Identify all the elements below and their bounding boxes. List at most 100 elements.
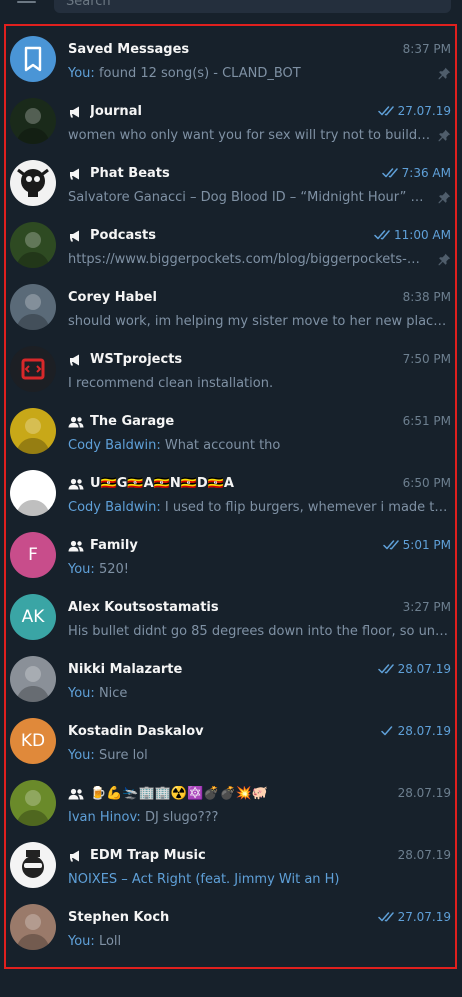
check-icon [380, 726, 392, 736]
avatar[interactable]: F [10, 532, 56, 578]
avatar[interactable] [10, 842, 56, 888]
chat-name: Phat Beats [90, 165, 170, 181]
double-check-icon [374, 230, 390, 240]
message-preview: DJ slugo??? [144, 809, 219, 825]
chat-time: 8:37 PM [402, 42, 451, 56]
chat-name: Journal [90, 103, 142, 119]
avatar[interactable] [10, 98, 56, 144]
double-check-icon [381, 168, 398, 178]
chat-time: 5:01 PM [402, 538, 451, 552]
avatar[interactable] [10, 656, 56, 702]
chat-time: 6:51 PM [402, 414, 451, 428]
chat-name: Corey Habel [68, 289, 157, 305]
avatar[interactable] [10, 408, 56, 454]
search-box[interactable] [54, 0, 451, 13]
chat-time: 28.07.19 [397, 848, 451, 862]
megaphone-icon [68, 352, 84, 366]
chat-time: 8:38 PM [402, 290, 451, 304]
message-sender: Cody Baldwin: [68, 437, 161, 453]
chat-time: 28.07.19 [397, 662, 451, 676]
avatar-initials: F [28, 545, 38, 565]
chat-item[interactable]: F Family 5:01 PM You: 520! [6, 524, 455, 586]
chat-item[interactable]: WSTprojects 7:50 PM I recommend clean inst… [6, 338, 455, 400]
chat-time: 28.07.19 [397, 786, 451, 800]
double-check-icon [382, 540, 399, 550]
group-icon [68, 476, 84, 490]
chat-item[interactable]: Saved Messages 8:37 PM You: found 12 song(… [6, 28, 455, 90]
pin-icon [438, 253, 451, 265]
megaphone-icon [68, 848, 84, 862]
chat-time: 3:27 PM [402, 600, 451, 614]
chat-name: Family [90, 537, 138, 553]
chat-time: 7:36 AM [401, 166, 451, 180]
avatar[interactable]: KD [10, 718, 56, 764]
chat-item[interactable]: Stephen Koch 27.07.19 You: Loll [6, 896, 455, 958]
message-sender: You: [68, 561, 95, 577]
message-preview: Nice [98, 685, 128, 701]
chat-name: U🇺🇬G🇺🇬A🇺🇬N🇺🇬D🇺🇬A [90, 475, 234, 491]
chat-item[interactable]: Corey Habel 8:38 PM should work, im helpin… [6, 276, 455, 338]
chat-name: Alex Koutsostamatis [68, 599, 219, 615]
search-input[interactable] [66, 0, 436, 9]
chat-name: EDM Trap Music [90, 847, 206, 863]
avatar[interactable] [10, 36, 56, 82]
chat-name: Podcasts [90, 227, 156, 243]
chat-time: 28.07.19 [397, 724, 451, 738]
avatar[interactable] [10, 470, 56, 516]
group-icon [68, 414, 84, 428]
double-check-icon [377, 664, 394, 674]
chat-item[interactable]: Nikki Malazarte 28.07.19 You: Nice [6, 648, 455, 710]
chat-name: 🍺💪🛬🏢🏢☢️🔯💣💣💥🐖 [90, 785, 269, 801]
message-sender: You: [68, 933, 95, 949]
message-preview: should work, im helping my sister move t… [68, 313, 451, 329]
chat-time: 11:00 AM [394, 228, 451, 242]
chat-name: Kostadin Daskalov [68, 723, 204, 739]
avatar[interactable] [10, 284, 56, 330]
message-preview: Sure lol [98, 747, 148, 763]
pin-icon [438, 129, 451, 141]
chat-item[interactable]: KD Kostadin Daskalov 28.07.19 You: Sure lol [6, 710, 455, 772]
double-check-icon [377, 106, 394, 116]
chat-list: Saved Messages 8:37 PM You: found 12 song(… [4, 24, 457, 969]
avatar[interactable] [10, 160, 56, 206]
pin-icon [438, 67, 451, 79]
message-sender: You: [68, 685, 95, 701]
pin-icon [438, 191, 451, 203]
chat-item[interactable]: 🍺💪🛬🏢🏢☢️🔯💣💣💥🐖 28.07.19 Ivan Hinov: DJ slugo… [6, 772, 455, 834]
chat-item[interactable]: U🇺🇬G🇺🇬A🇺🇬N🇺🇬D🇺🇬A 6:50 PM Cody Baldwin: I u… [6, 462, 455, 524]
message-preview: https://www.biggerpockets.com/blog/bigge… [68, 251, 432, 267]
chat-item[interactable]: Podcasts 11:00 AM https://www.biggerpocket… [6, 214, 455, 276]
message-preview: His bullet didnt go 85 degrees down into… [68, 623, 451, 639]
chat-item[interactable]: EDM Trap Music 28.07.19 NOIXES – Act Right… [6, 834, 455, 896]
chat-time: 27.07.19 [397, 104, 451, 118]
chat-name: Stephen Koch [68, 909, 170, 925]
group-icon [68, 538, 84, 552]
chat-time: 27.07.19 [397, 910, 451, 924]
avatar[interactable] [10, 780, 56, 826]
avatar-initials: AK [21, 607, 45, 627]
message-preview: What account tho [164, 437, 281, 453]
chat-name: WSTprojects [90, 351, 183, 367]
message-preview: NOIXES – Act Right (feat. Jimmy Wit an H… [68, 871, 340, 887]
message-preview: Salvatore Ganacci – Dog Blood ID – “Midn… [68, 189, 432, 205]
chat-item[interactable]: AK Alex Koutsostamatis 3:27 PM His bullet d… [6, 586, 455, 648]
avatar-initials: KD [20, 731, 46, 751]
chat-name: Saved Messages [68, 41, 190, 57]
double-check-icon [377, 912, 394, 922]
avatar[interactable] [10, 222, 56, 268]
chat-item[interactable]: Phat Beats 7:36 AM Salvatore Ganacci – Dog… [6, 152, 455, 214]
avatar[interactable] [10, 904, 56, 950]
message-sender: You: [68, 747, 95, 763]
menu-icon[interactable] [17, 0, 36, 6]
message-preview: 520! [98, 561, 129, 577]
megaphone-icon [68, 228, 84, 242]
chat-time: 7:50 PM [402, 352, 451, 366]
chat-item[interactable]: The Garage 6:51 PM Cody Baldwin: What acco… [6, 400, 455, 462]
avatar[interactable] [10, 346, 56, 392]
message-sender: Cody Baldwin: [68, 499, 161, 515]
megaphone-icon [68, 166, 84, 180]
avatar[interactable]: AK [10, 594, 56, 640]
group-icon [68, 786, 84, 800]
chat-item[interactable]: Journal 27.07.19 women who only want you f… [6, 90, 455, 152]
chat-name: The Garage [90, 413, 175, 429]
